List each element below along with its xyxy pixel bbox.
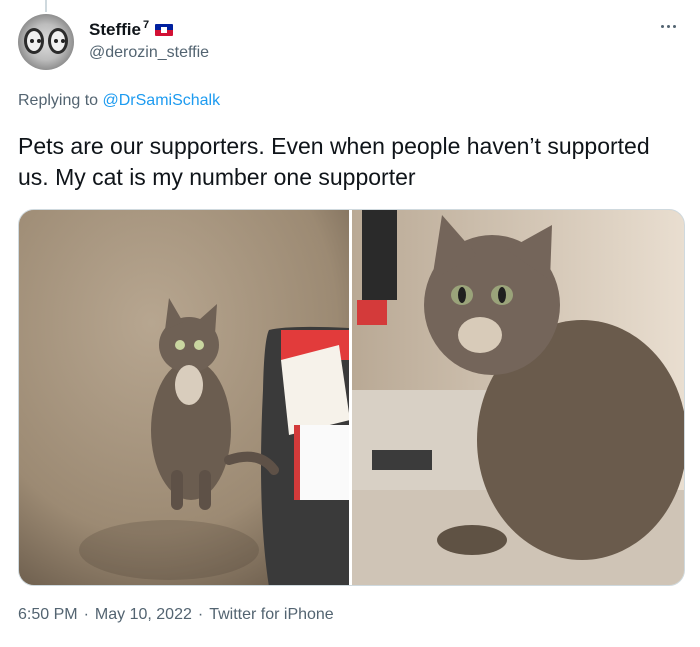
media-grid — [18, 209, 685, 586]
meta-separator: · — [83, 606, 89, 623]
name-row: Steffie 7 — [89, 19, 174, 40]
tweet-time[interactable]: 6:50 PM — [18, 606, 78, 624]
photo-cat-on-carpet[interactable] — [19, 210, 349, 585]
meta-separator: · — [197, 606, 204, 623]
haiti-flag-icon — [155, 24, 174, 36]
display-name[interactable]: Steffie — [89, 20, 141, 40]
replying-to-label: Replying to — [18, 92, 99, 109]
photo-cat-close-up-image — [352, 210, 684, 585]
photo-cat-on-carpet-image — [19, 210, 349, 585]
avatar-face-right — [48, 28, 68, 54]
avatar[interactable] — [18, 14, 74, 70]
avatar-face-left — [24, 28, 44, 54]
tweet-date[interactable]: May 10, 2022 — [95, 606, 192, 624]
tweet-header: Steffie 7 @derozin_steffie — [18, 14, 682, 74]
reply-mention-link[interactable]: @DrSamiSchalk — [103, 92, 221, 109]
thread-connector-line — [45, 0, 47, 12]
tweet-meta: 6:50 PM · May 10, 2022 · Twitter for iPh… — [18, 606, 334, 624]
tweet-text: Pets are our supporters. Even when peopl… — [18, 133, 650, 190]
photo-cat-close-up[interactable] — [352, 210, 684, 585]
more-horizontal-icon[interactable] — [654, 14, 682, 38]
replying-to-line: Replying to @DrSamiSchalk — [18, 92, 220, 110]
user-handle[interactable]: @derozin_steffie — [89, 44, 209, 62]
tweet-source[interactable]: Twitter for iPhone — [209, 606, 334, 624]
display-name-superscript: 7 — [142, 19, 150, 31]
